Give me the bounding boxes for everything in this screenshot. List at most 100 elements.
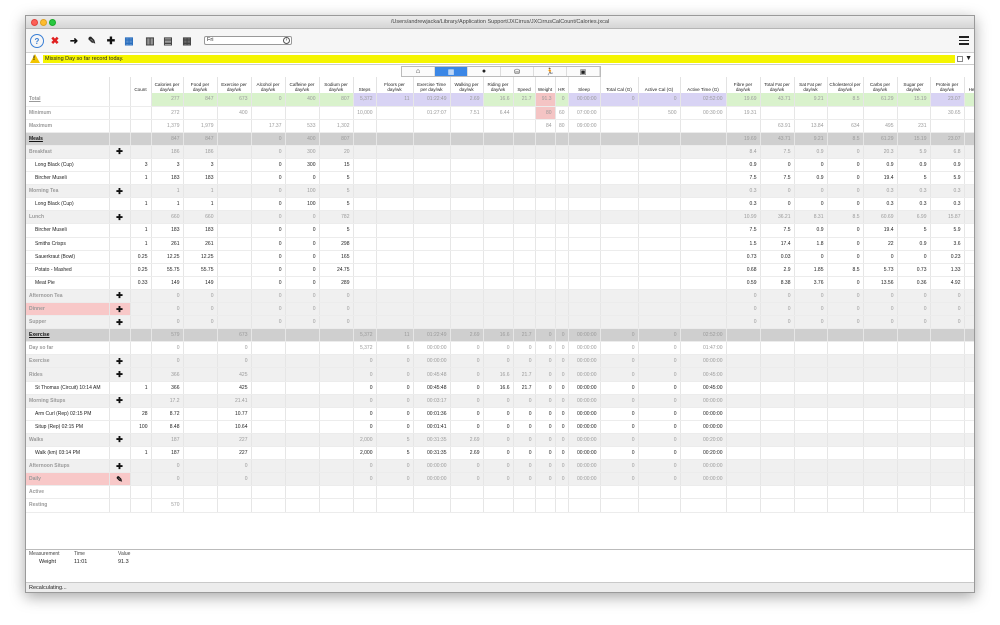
- table-cell[interactable]: 36.21: [759, 210, 794, 225]
- table-cell[interactable]: [637, 132, 680, 146]
- table-cell[interactable]: 0: [554, 367, 568, 382]
- table-cell[interactable]: [554, 276, 568, 290]
- table-cell[interactable]: 0: [725, 302, 760, 317]
- table-cell[interactable]: [599, 289, 638, 304]
- table-cell[interactable]: 0: [250, 263, 285, 277]
- table-cell[interactable]: 16.6: [482, 367, 513, 382]
- table-cell[interactable]: 00:45:00: [679, 381, 726, 395]
- table-cell[interactable]: 0: [250, 132, 285, 146]
- table-cell[interactable]: [679, 276, 726, 290]
- table-cell[interactable]: [679, 237, 726, 251]
- table-cell[interactable]: 0: [793, 302, 827, 317]
- table-cell[interactable]: 0: [826, 276, 863, 290]
- table-cell[interactable]: 0: [599, 394, 638, 408]
- measurement-name[interactable]: Weight: [39, 559, 56, 565]
- table-cell[interactable]: 0: [482, 472, 513, 487]
- table-cell[interactable]: 186: [182, 145, 217, 159]
- table-cell[interactable]: [599, 171, 638, 186]
- table-cell[interactable]: 8.5: [826, 93, 863, 107]
- table-cell[interactable]: 173: [963, 93, 974, 107]
- table-cell[interactable]: [534, 237, 555, 251]
- add-entry-icon[interactable]: ✚: [108, 210, 130, 225]
- table-cell[interactable]: [725, 446, 760, 461]
- table-cell[interactable]: [482, 210, 513, 225]
- table-cell[interactable]: 0.73: [896, 263, 930, 277]
- table-cell[interactable]: 0: [284, 210, 319, 225]
- table-cell[interactable]: [679, 223, 726, 238]
- table-cell[interactable]: [554, 289, 568, 304]
- table-cell[interactable]: [929, 354, 964, 369]
- column-header[interactable]: Alcohol per day/wk: [250, 77, 285, 93]
- table-cell[interactable]: [512, 184, 535, 199]
- table-cell[interactable]: [284, 106, 319, 120]
- table-cell[interactable]: 1.85: [793, 263, 827, 277]
- table-cell[interactable]: 183: [150, 223, 183, 238]
- table-cell[interactable]: 0: [534, 328, 555, 343]
- table-cell[interactable]: 19.31: [725, 106, 760, 120]
- table-cell[interactable]: 0: [352, 354, 376, 369]
- table-cell[interactable]: [449, 223, 483, 238]
- row-label[interactable]: Afternoon Tea: [26, 289, 109, 304]
- table-cell[interactable]: [412, 498, 450, 513]
- table-cell[interactable]: 8.5: [826, 263, 863, 277]
- table-cell[interactable]: 8.4: [725, 145, 760, 159]
- table-cell[interactable]: [826, 485, 863, 500]
- table-cell[interactable]: [567, 197, 600, 212]
- table-cell[interactable]: 5: [318, 197, 353, 212]
- table-cell[interactable]: [129, 145, 151, 159]
- add-entry-icon[interactable]: ✚: [108, 145, 130, 159]
- table-cell[interactable]: [129, 485, 151, 500]
- table-cell[interactable]: [318, 433, 353, 448]
- table-cell[interactable]: 0: [599, 407, 638, 421]
- table-cell[interactable]: 0: [826, 302, 863, 317]
- table-cell[interactable]: [862, 106, 897, 120]
- table-cell[interactable]: [759, 328, 794, 343]
- table-cell[interactable]: [482, 171, 513, 186]
- table-cell[interactable]: 183: [182, 171, 217, 186]
- column-header[interactable]: Steps: [352, 77, 376, 93]
- table-cell[interactable]: [534, 184, 555, 199]
- table-cell[interactable]: 0: [284, 250, 319, 264]
- table-cell[interactable]: 1: [150, 184, 183, 199]
- table-cell[interactable]: 1: [182, 197, 217, 212]
- table-cell[interactable]: 00:00:00: [567, 433, 600, 448]
- table-cell[interactable]: [352, 119, 376, 133]
- table-cell[interactable]: [637, 210, 680, 225]
- table-cell[interactable]: [482, 237, 513, 251]
- table-row[interactable]: Smiths Crisps 1 261 261 0 0 298 1.5 17.4 1.8 0 22 0.…: [26, 237, 974, 251]
- table-cell[interactable]: 1: [129, 171, 151, 186]
- alert-dropdown-icon[interactable]: ▼: [965, 55, 972, 62]
- table-cell[interactable]: 0: [637, 394, 680, 408]
- table-cell[interactable]: [512, 106, 535, 120]
- table-cell[interactable]: 28: [129, 407, 151, 421]
- table-cell[interactable]: [534, 171, 555, 186]
- table-cell[interactable]: [482, 485, 513, 500]
- table-cell[interactable]: 5: [375, 446, 413, 461]
- row-label[interactable]: Afternoon Situps: [26, 459, 109, 474]
- table-cell[interactable]: [352, 210, 376, 225]
- table-cell[interactable]: [862, 472, 897, 487]
- table-cell[interactable]: 634: [826, 119, 863, 133]
- table-cell[interactable]: [352, 237, 376, 251]
- table-cell[interactable]: 1.33: [929, 263, 964, 277]
- table-row[interactable]: Walks ✚ 187 227 2,000 5 00:31:35 2.69 0 0 0 0 00:00:…: [26, 433, 974, 448]
- table-cell[interactable]: 0: [826, 223, 863, 238]
- table-cell[interactable]: [512, 171, 535, 186]
- table-cell[interactable]: [637, 223, 680, 238]
- table-cell[interactable]: 261: [182, 237, 217, 251]
- table-cell[interactable]: [412, 289, 450, 304]
- table-cell[interactable]: 5: [896, 171, 930, 186]
- table-cell[interactable]: 01:22:49: [412, 328, 450, 343]
- table-cell[interactable]: [679, 197, 726, 212]
- view-tab-apple-icon[interactable]: ●: [468, 67, 501, 76]
- table-cell[interactable]: 5: [375, 433, 413, 448]
- table-cell[interactable]: 0: [534, 446, 555, 461]
- table-row[interactable]: Lunch ✚ 660 660 0 0 782 10.99 36.21 8.31 8.5 60.69 6…: [26, 210, 974, 225]
- table-cell[interactable]: [352, 184, 376, 199]
- column-header[interactable]: Calories per day/wk: [150, 77, 183, 93]
- view-tab-scale-icon[interactable]: ▣: [567, 67, 600, 76]
- view-tab-running-icon[interactable]: 🏃: [534, 67, 567, 76]
- table-cell[interactable]: 0: [352, 381, 376, 395]
- table-cell[interactable]: 3: [129, 158, 151, 173]
- table-cell[interactable]: [182, 485, 217, 500]
